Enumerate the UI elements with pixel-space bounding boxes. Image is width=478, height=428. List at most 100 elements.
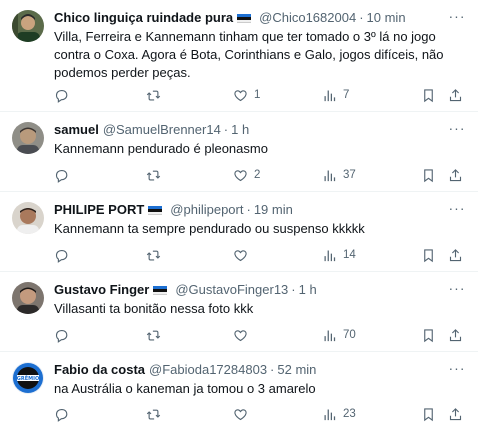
views-count: 70 bbox=[343, 329, 356, 341]
share-icon bbox=[448, 407, 463, 422]
user-handle[interactable]: @Chico1682004 bbox=[259, 9, 356, 27]
share-button[interactable] bbox=[448, 165, 463, 185]
timestamp[interactable]: 52 min bbox=[277, 361, 316, 379]
reply-button[interactable] bbox=[54, 85, 75, 105]
reply-button[interactable] bbox=[54, 165, 75, 185]
like-button[interactable]: 1 bbox=[233, 85, 260, 105]
avatar[interactable] bbox=[12, 10, 44, 42]
reply-button[interactable] bbox=[54, 325, 75, 345]
bookmark-button[interactable] bbox=[421, 325, 436, 345]
views-button[interactable]: 14 bbox=[322, 245, 356, 265]
like-button[interactable] bbox=[233, 404, 254, 424]
bookmark-button[interactable] bbox=[421, 245, 436, 265]
reply-button[interactable] bbox=[54, 404, 75, 424]
retweet-icon bbox=[146, 88, 161, 103]
timestamp[interactable]: 10 min bbox=[367, 9, 406, 27]
retweet-button[interactable] bbox=[146, 245, 167, 265]
share-icon bbox=[448, 248, 463, 263]
more-icon[interactable]: ··· bbox=[448, 361, 466, 379]
share-button[interactable] bbox=[448, 245, 463, 265]
reply-button[interactable] bbox=[54, 245, 75, 265]
action-bar: 1 7 bbox=[54, 85, 469, 105]
like-count: 2 bbox=[254, 169, 261, 181]
display-name[interactable]: Gustavo Finger bbox=[54, 281, 149, 299]
avatar[interactable] bbox=[12, 282, 44, 314]
more-icon[interactable]: ··· bbox=[448, 281, 466, 299]
avatar[interactable]: GRÊMIO bbox=[12, 362, 44, 394]
views-count: 37 bbox=[343, 169, 356, 181]
share-icon bbox=[448, 168, 463, 183]
bookmark-button[interactable] bbox=[421, 404, 436, 424]
tweet-header: PHILIPE PORT @philipeport · 19 min bbox=[54, 201, 293, 219]
like-button[interactable] bbox=[233, 325, 254, 345]
views-button[interactable]: 23 bbox=[322, 404, 356, 424]
like-icon bbox=[233, 88, 248, 103]
share-icon bbox=[448, 328, 463, 343]
like-button[interactable]: 2 bbox=[233, 165, 260, 185]
tweet-header: Gustavo Finger @GustavoFinger13 · 1 h bbox=[54, 281, 317, 299]
tweet[interactable]: samuel @SamuelBrenner14 · 1 h ··· Kannem… bbox=[0, 112, 478, 192]
share-button[interactable] bbox=[448, 85, 463, 105]
retweet-button[interactable] bbox=[146, 404, 167, 424]
action-bar: 70 bbox=[54, 325, 469, 345]
more-icon[interactable]: ··· bbox=[448, 9, 466, 27]
reply-icon bbox=[54, 407, 69, 422]
more-icon[interactable]: ··· bbox=[448, 121, 466, 139]
share-icon bbox=[448, 88, 463, 103]
like-icon bbox=[233, 328, 248, 343]
tweet[interactable]: Gustavo Finger @GustavoFinger13 · 1 h ··… bbox=[0, 272, 478, 352]
bookmark-icon bbox=[421, 328, 436, 343]
display-name[interactable]: samuel bbox=[54, 121, 99, 139]
more-icon[interactable]: ··· bbox=[448, 201, 466, 219]
share-button[interactable] bbox=[448, 404, 463, 424]
separator: · bbox=[223, 122, 229, 137]
display-name[interactable]: PHILIPE PORT bbox=[54, 201, 144, 219]
user-handle[interactable]: @SamuelBrenner14 bbox=[103, 121, 221, 139]
retweet-button[interactable] bbox=[146, 325, 167, 345]
retweet-button[interactable] bbox=[146, 165, 167, 185]
bookmark-icon bbox=[421, 88, 436, 103]
like-icon bbox=[233, 248, 248, 263]
tweet-text: Villasanti ta bonitão nessa foto kkk bbox=[54, 301, 254, 316]
reply-icon bbox=[54, 88, 69, 103]
avatar[interactable] bbox=[12, 122, 44, 154]
avatar[interactable] bbox=[12, 202, 44, 234]
views-count: 23 bbox=[343, 408, 356, 420]
retweet-icon bbox=[146, 407, 161, 422]
like-icon bbox=[233, 168, 248, 183]
separator: · bbox=[359, 10, 364, 25]
user-handle[interactable]: @Fabioda17284803 bbox=[149, 361, 267, 379]
tweet[interactable]: Chico linguiça ruindade pura @Chico16820… bbox=[0, 0, 478, 112]
bookmark-button[interactable] bbox=[421, 85, 436, 105]
tweet-text: na Austrália o kaneman ja tomou o 3 amar… bbox=[54, 381, 316, 396]
views-button[interactable]: 7 bbox=[322, 85, 349, 105]
timestamp[interactable]: 1 h bbox=[231, 121, 249, 139]
bookmark-icon bbox=[421, 168, 436, 183]
share-button[interactable] bbox=[448, 325, 463, 345]
display-name[interactable]: Chico linguiça ruindade pura bbox=[54, 9, 233, 27]
like-count: 1 bbox=[254, 89, 261, 101]
flag-icon bbox=[237, 13, 252, 23]
views-icon bbox=[322, 407, 337, 422]
user-handle[interactable]: @GustavoFinger13 bbox=[175, 281, 288, 299]
timestamp[interactable]: 1 h bbox=[299, 281, 317, 299]
user-handle[interactable]: @philipeport bbox=[170, 201, 243, 219]
tweet-header: samuel @SamuelBrenner14 · 1 h bbox=[54, 121, 249, 139]
display-name[interactable]: Fabio da costa bbox=[54, 361, 145, 379]
bookmark-button[interactable] bbox=[421, 165, 436, 185]
retweet-button[interactable] bbox=[146, 85, 167, 105]
timestamp[interactable]: 19 min bbox=[254, 201, 293, 219]
tweet[interactable]: GRÊMIO Fabio da costa @Fabioda17284803 ·… bbox=[0, 352, 478, 428]
reply-icon bbox=[54, 168, 69, 183]
flag-icon bbox=[148, 205, 163, 215]
separator: · bbox=[291, 282, 296, 297]
tweet[interactable]: PHILIPE PORT @philipeport · 19 min ··· K… bbox=[0, 192, 478, 272]
flag-icon bbox=[153, 285, 168, 295]
tweet-header: Fabio da costa @Fabioda17284803 · 52 min bbox=[54, 361, 316, 379]
like-button[interactable] bbox=[233, 245, 254, 265]
action-bar: 2 37 bbox=[54, 165, 469, 185]
views-button[interactable]: 70 bbox=[322, 325, 356, 345]
tweet-header: Chico linguiça ruindade pura @Chico16820… bbox=[54, 9, 406, 27]
views-button[interactable]: 37 bbox=[322, 165, 356, 185]
views-count: 7 bbox=[343, 89, 350, 101]
